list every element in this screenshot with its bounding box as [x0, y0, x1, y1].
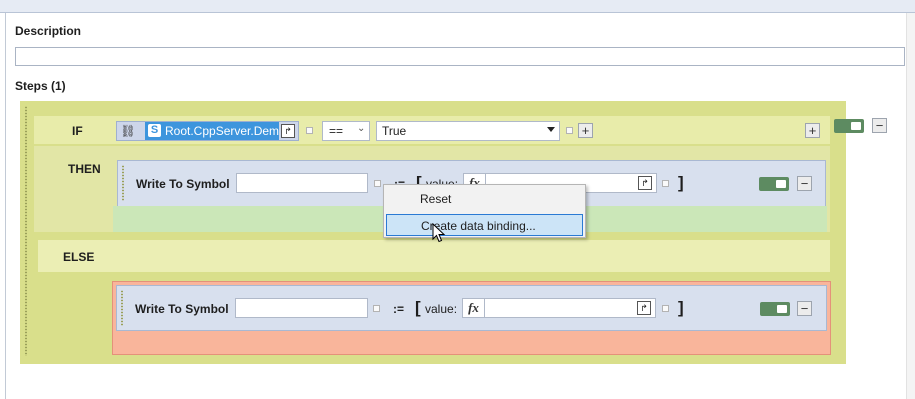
symbol-icon: S	[148, 124, 161, 137]
else-label: ELSE	[63, 250, 95, 264]
else-target-option[interactable]	[373, 305, 380, 312]
then-target-option[interactable]	[374, 180, 381, 187]
condition-value: True	[382, 124, 407, 138]
chevron-down-icon: ⌄	[357, 123, 366, 134]
else-step-label: Write To Symbol	[135, 302, 229, 316]
mouse-cursor-icon	[432, 223, 446, 243]
else-step-remove-button[interactable]: −	[797, 301, 812, 316]
value-option-checkbox[interactable]	[566, 127, 573, 134]
add-branch-button[interactable]: +	[805, 123, 820, 138]
condition-symbol: Root.CppServer.Demo	[145, 122, 279, 140]
else-target-input[interactable]	[235, 298, 368, 318]
else-browse-icon[interactable]: ↱	[637, 301, 651, 315]
else-open-bracket: [	[415, 298, 421, 317]
then-value-option[interactable]	[662, 180, 669, 187]
step-enable-toggle[interactable]	[834, 119, 864, 133]
dropdown-arrow-icon	[547, 127, 555, 132]
then-step-enable-toggle[interactable]	[759, 177, 789, 191]
else-assign-op: :=	[393, 302, 405, 316]
menu-item-reset[interactable]: Reset	[386, 188, 583, 210]
then-browse-icon[interactable]: ↱	[638, 176, 652, 190]
else-value-label: value:	[425, 302, 458, 316]
operator-value: ==	[329, 124, 344, 138]
if-label: IF	[72, 124, 83, 138]
browse-symbol-icon[interactable]: ↱	[281, 124, 295, 138]
else-value-field[interactable]: fx ↱	[462, 298, 656, 318]
description-label: Description	[15, 24, 82, 38]
else-close-bracket: ]	[678, 298, 684, 317]
step-drag-handle[interactable]	[24, 106, 28, 356]
steps-label: Steps (1)	[15, 79, 66, 93]
condition-option-checkbox[interactable]	[306, 127, 313, 134]
condition-symbol-field[interactable]: ⛓ Root.CppServer.Demo S ↱	[116, 121, 299, 141]
menu-item-create-data-binding[interactable]: Create data binding...	[386, 214, 583, 236]
then-step-drag-handle[interactable]	[121, 165, 125, 201]
then-close-bracket: ]	[678, 173, 684, 192]
else-fx-button[interactable]: fx	[463, 299, 485, 317]
else-step-drag-handle[interactable]	[120, 290, 124, 326]
vertical-scrollbar[interactable]	[906, 13, 915, 399]
else-step-enable-toggle[interactable]	[760, 302, 790, 316]
else-value-option[interactable]	[662, 305, 669, 312]
description-input[interactable]	[15, 47, 905, 66]
then-target-input[interactable]	[236, 173, 368, 193]
then-step-remove-button[interactable]: −	[797, 176, 812, 191]
step-remove-button[interactable]: −	[872, 118, 887, 133]
top-toolbar-band	[0, 0, 915, 13]
else-row	[38, 240, 830, 272]
link-icon[interactable]: ⛓	[119, 123, 137, 139]
then-label: THEN	[68, 162, 101, 176]
operator-select[interactable]: == ⌄	[322, 121, 370, 141]
then-step-label: Write To Symbol	[136, 177, 230, 191]
context-menu: Reset Create data binding...	[383, 184, 586, 238]
left-border	[5, 13, 6, 399]
condition-value-select[interactable]: True	[376, 121, 560, 141]
add-condition-button[interactable]: +	[578, 123, 593, 138]
